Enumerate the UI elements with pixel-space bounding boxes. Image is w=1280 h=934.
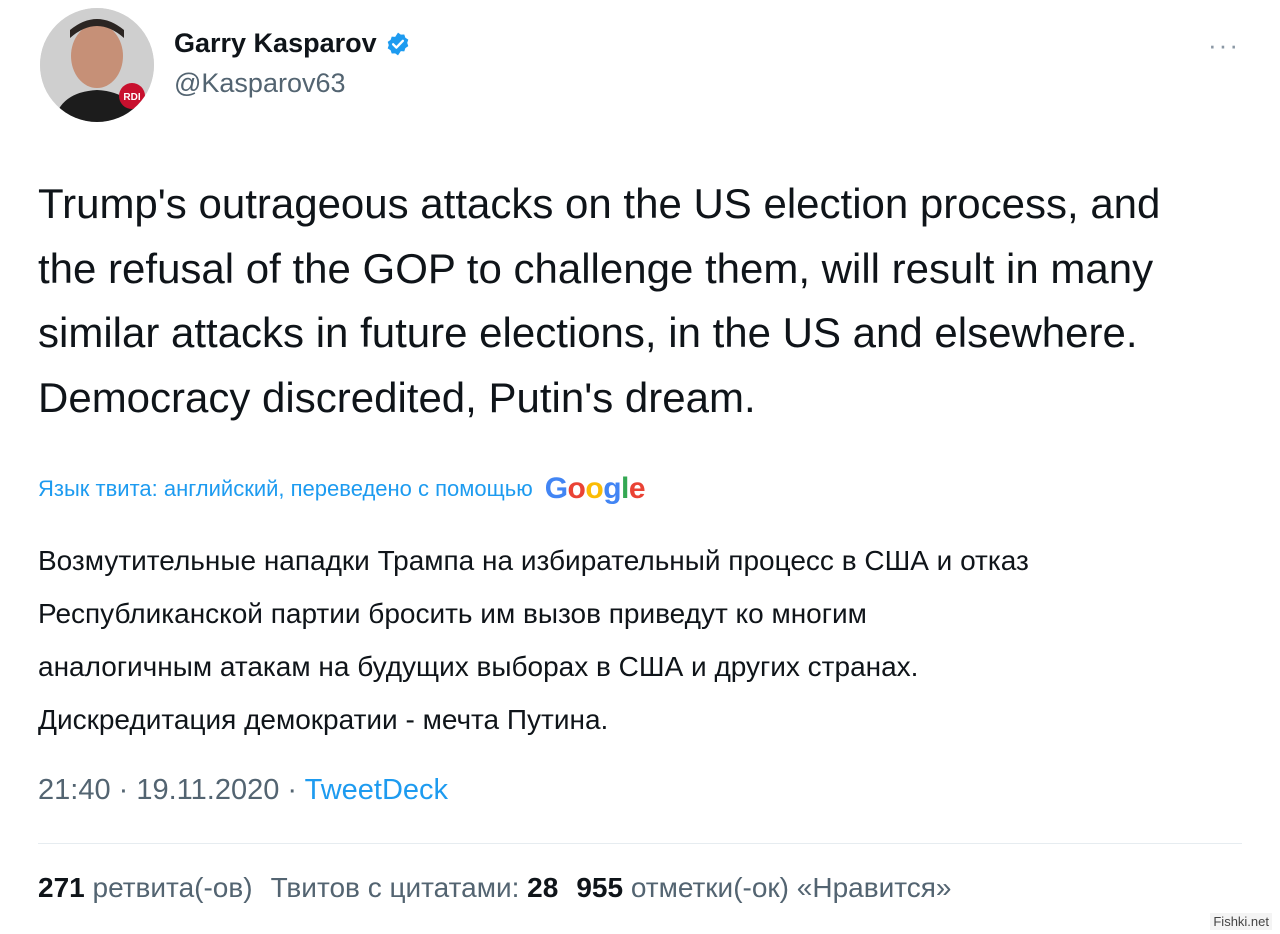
quotes-count: 28 [527,872,559,903]
translation-label[interactable]: Язык твита: английский, переведено с пом… [38,476,533,502]
tweet-text: Trump's outrageous attacks on the US ele… [38,172,1238,430]
divider [38,843,1242,844]
tweet-line: Trump's outrageous attacks on the US ele… [38,180,1161,227]
likes-label: отметки(-ок) «Нравится» [630,872,952,903]
author-avatar[interactable]: RDI [40,8,154,122]
translated-line: аналогичным атакам на будущих выборах в … [38,651,919,682]
tweet-time[interactable]: 21:40 [38,774,111,806]
google-letter: G [544,472,568,505]
verified-badge-icon [385,31,411,57]
author-name-row[interactable]: Garry Kasparov [174,28,411,59]
translated-line: Дискредитация демократии - мечта Путина. [38,704,609,735]
meta-separator: · [110,774,137,806]
google-letter: e [628,472,646,505]
tweet-line: similar attacks in future elections, in … [38,309,1138,356]
meta-separator: · [279,774,305,806]
tweet-source-link[interactable]: TweetDeck [305,774,448,806]
retweets-stat[interactable]: 271 ретвита(-ов) [38,872,253,904]
google-letter: o [585,472,604,505]
quotes-label: Твитов с цитатами: [270,872,520,903]
author-handle[interactable]: @Kasparov63 [174,68,346,99]
google-logo-icon: Google [544,472,646,506]
translated-line: Возмутительные нападки Трампа на избират… [38,545,1029,576]
translation-attribution[interactable]: Язык твита: английский, переведено с пом… [38,472,646,506]
retweets-label: ретвита(-ов) [92,872,253,903]
retweets-count: 271 [38,872,85,903]
google-letter: o [567,472,586,505]
likes-count: 955 [576,872,624,903]
quotes-stat[interactable]: Твитов с цитатами: 28 [271,872,559,904]
engagement-stats: 271 ретвита(-ов) Твитов с цитатами: 28 9… [38,872,969,904]
likes-stat[interactable]: 955 отметки(-ок) «Нравится» [576,872,951,904]
avatar-photo: RDI [40,8,154,122]
avatar-badge-text: RDI [123,92,140,103]
tweet-date[interactable]: 19.11.2020 [136,774,279,806]
tweet-line: the refusal of the GOP to challenge them… [38,244,1154,292]
tweet-line: Democracy discredited, Putin's dream. [38,373,756,421]
more-options-icon[interactable]: ··· [1208,30,1240,61]
tweet-meta: 21:40 · 19.11.2020 · TweetDeck [38,774,448,807]
watermark: Fishki.net [1210,913,1272,930]
author-name[interactable]: Garry Kasparov [174,28,377,59]
google-letter: g [603,472,622,505]
translated-text: Возмутительные нападки Трампа на избират… [38,534,1248,746]
google-letter: l [621,472,629,505]
translated-line: Республиканской партии бросить им вызов … [38,598,867,629]
